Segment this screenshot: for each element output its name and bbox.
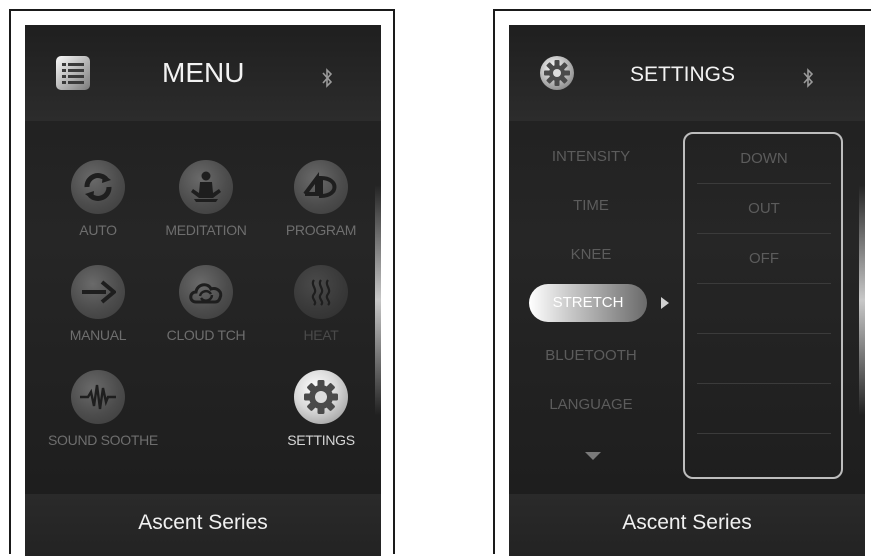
settings-device-frame: SETTINGS INTENSITY TIME KNEE STRETCH BLU… [493,9,871,556]
footer-brand-text: Ascent Series [622,511,752,534]
menu-item-label: HEAT [303,327,339,343]
menu-item-label: PROGRAM [285,222,357,238]
4d-icon [294,160,348,214]
setting-knee[interactable]: KNEE [527,246,655,263]
menu-device-frame: MENU AUTO MEDITATION PROGRAM MANUAL CLOU… [9,9,395,556]
settings-header: SETTINGS [509,25,865,121]
menu-footer: Ascent Series [25,494,381,556]
option-out[interactable]: OUT [697,184,831,234]
menu-item-label: MEDITATION [165,222,247,238]
settings-screen: SETTINGS INTENSITY TIME KNEE STRETCH BLU… [509,25,865,556]
setting-bluetooth[interactable]: BLUETOOTH [527,347,655,364]
menu-item-label: SOUND SOOTHE [48,432,158,448]
selection-arrow-icon [661,297,669,309]
scroll-down-arrow-icon[interactable] [585,452,601,460]
menu-item-heat[interactable]: HEAT [271,265,371,343]
screen-edge-glow [859,185,865,415]
options-panel: DOWN OUT OFF [683,132,843,479]
refresh-cycle-icon [71,160,125,214]
menu-header: MENU [25,25,381,121]
gear-icon[interactable] [539,55,575,91]
menu-item-cloud-tch[interactable]: CLOUD TCH [156,265,256,343]
menu-item-settings[interactable]: SETTINGS [271,370,371,448]
gear-icon [294,370,348,424]
option-empty [697,334,831,384]
setting-stretch[interactable]: STRETCH [529,284,647,322]
menu-item-label: CLOUD TCH [166,327,246,343]
option-empty [697,384,831,434]
heat-icon [294,265,348,319]
sound-wave-icon [71,370,125,424]
settings-footer: Ascent Series [509,494,865,556]
menu-item-meditation[interactable]: MEDITATION [156,160,256,238]
menu-item-auto[interactable]: AUTO [48,160,148,238]
option-off[interactable]: OFF [697,234,831,284]
setting-language[interactable]: LANGUAGE [527,396,655,413]
menu-screen: MENU AUTO MEDITATION PROGRAM MANUAL CLOU… [25,25,381,556]
settings-title: SETTINGS [630,63,736,86]
footer-brand-text: Ascent Series [138,511,268,534]
menu-item-manual[interactable]: MANUAL [48,265,148,343]
menu-item-sound-soothe[interactable]: SOUND SOOTHE [48,370,158,448]
menu-item-label: AUTO [79,222,117,238]
setting-time[interactable]: TIME [527,197,655,214]
option-down[interactable]: DOWN [697,134,831,184]
bluetooth-icon [801,67,815,89]
setting-intensity[interactable]: INTENSITY [527,148,655,165]
option-empty [697,284,831,334]
menu-item-program[interactable]: PROGRAM [271,160,371,238]
menu-item-label: SETTINGS [287,432,355,448]
arrow-right-icon [71,265,125,319]
menu-title: MENU [162,57,245,88]
list-icon[interactable] [55,55,91,91]
screen-edge-glow [375,185,381,415]
cloud-sync-icon [179,265,233,319]
meditation-icon [179,160,233,214]
bluetooth-icon [320,67,334,89]
menu-item-label: MANUAL [69,327,127,343]
